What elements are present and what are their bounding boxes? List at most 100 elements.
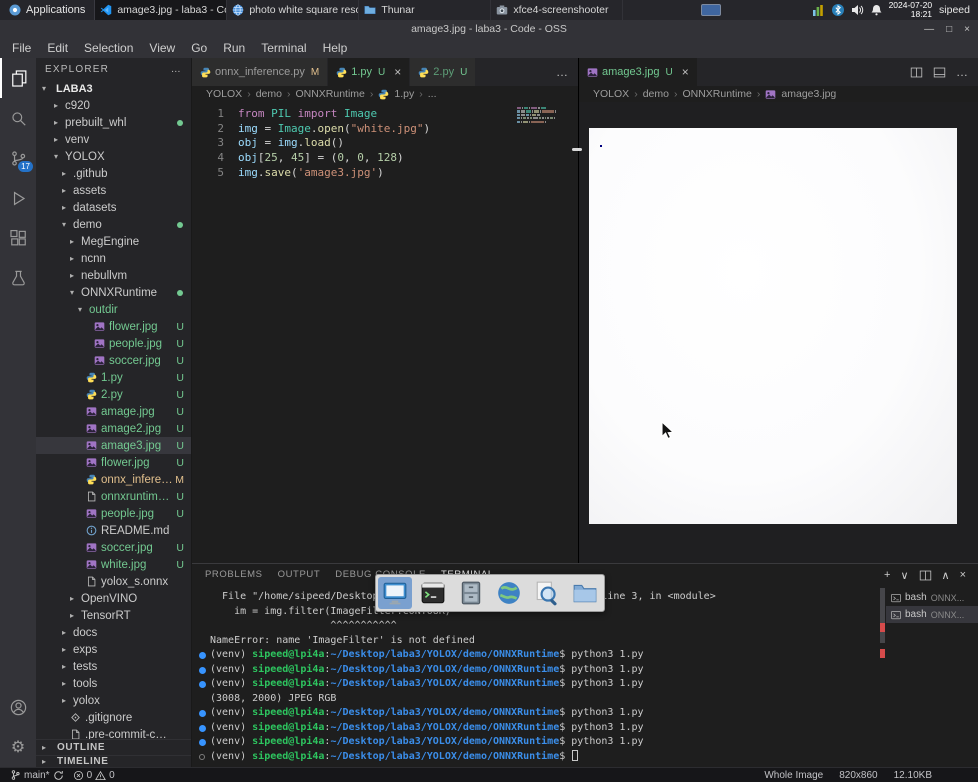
- command-decoration[interactable]: [199, 739, 206, 746]
- dock-globe-icon[interactable]: [492, 577, 526, 609]
- explorer-more-actions-icon[interactable]: …: [171, 64, 182, 75]
- image-preview[interactable]: [579, 102, 978, 563]
- panel-tab-problems[interactable]: PROBLEMS: [205, 564, 263, 586]
- timeline-section[interactable]: ▸ TIMELINE: [36, 755, 191, 767]
- more-actions-icon[interactable]: …: [556, 65, 568, 79]
- close-button[interactable]: ×: [964, 24, 970, 35]
- tree-item[interactable]: amage3.jpg U: [36, 437, 191, 454]
- breadcrumb-item[interactable]: amage3.jpg: [781, 88, 836, 100]
- dock-magnifier-icon[interactable]: [530, 577, 564, 609]
- workspace-root[interactable]: ▾ LABA3: [36, 80, 191, 97]
- tab-amage3.jpg[interactable]: amage3.jpg U ×: [579, 58, 698, 86]
- editor-sash-handle[interactable]: [572, 148, 582, 151]
- terminal-dropdown-icon[interactable]: ∨: [900, 569, 908, 582]
- tree-item[interactable]: ▸ nebullvm: [36, 267, 191, 284]
- tree-item[interactable]: ▸ OpenVINO: [36, 590, 191, 607]
- search-icon[interactable]: [0, 98, 36, 138]
- menu-view[interactable]: View: [141, 41, 183, 55]
- tree-item[interactable]: white.jpg U: [36, 556, 191, 573]
- tree-item[interactable]: people.jpg U: [36, 505, 191, 522]
- tree-item[interactable]: .pre-commit-config.yaml: [36, 726, 191, 739]
- minimize-button[interactable]: —: [924, 24, 934, 35]
- tree-item[interactable]: ▾ YOLOX: [36, 148, 191, 165]
- tree-item[interactable]: ▸ TensorRT: [36, 607, 191, 624]
- git-branch-status[interactable]: main*: [10, 769, 64, 781]
- tree-item[interactable]: 2.py U: [36, 386, 191, 403]
- notification-bell-icon[interactable]: [871, 4, 882, 16]
- dock-folder-icon[interactable]: [568, 577, 602, 609]
- tab-onnx_inference.py[interactable]: onnx_inference.py M: [192, 58, 329, 86]
- maximize-panel-icon[interactable]: ∧: [942, 569, 950, 582]
- command-decoration[interactable]: [199, 666, 206, 674]
- tree-item[interactable]: ▸ tests: [36, 658, 191, 675]
- bluetooth-icon[interactable]: [831, 4, 844, 16]
- maximize-button[interactable]: □: [946, 24, 952, 35]
- command-decoration[interactable]: [199, 652, 206, 659]
- tree-item[interactable]: ▸ yolox: [36, 692, 191, 709]
- breadcrumb-item[interactable]: 1.py: [394, 88, 414, 100]
- menu-selection[interactable]: Selection: [76, 41, 141, 55]
- tree-item[interactable]: ▸ venv: [36, 131, 191, 148]
- breadcrumb-item[interactable]: demo: [643, 88, 669, 100]
- tree-item[interactable]: ▸ MegEngine: [36, 233, 191, 250]
- tree-item[interactable]: ▸ docs: [36, 624, 191, 641]
- tree-item[interactable]: flower.jpg U: [36, 318, 191, 335]
- breadcrumb-item[interactable]: YOLOX: [206, 88, 242, 100]
- testing-icon[interactable]: [0, 258, 36, 298]
- tab-2.py[interactable]: 2.py U: [410, 58, 477, 86]
- tree-item[interactable]: ▸ c920: [36, 97, 191, 114]
- more-actions-icon[interactable]: …: [956, 65, 968, 79]
- breadcrumb-item[interactable]: ...: [428, 88, 437, 100]
- tree-item[interactable]: README.md: [36, 522, 191, 539]
- tree-item[interactable]: ▸ tools: [36, 675, 191, 692]
- tree-item[interactable]: ▸ prebuilt_whl: [36, 114, 191, 131]
- editor-layout-icon[interactable]: [933, 66, 946, 79]
- tree-item[interactable]: ▾ outdir: [36, 301, 191, 318]
- image-size-status[interactable]: 820x860: [839, 770, 877, 781]
- outline-section[interactable]: ▸ OUTLINE: [36, 739, 191, 755]
- breadcrumb-item[interactable]: ONNXRuntime: [682, 88, 751, 100]
- clock[interactable]: 2024-07-20 18:21: [889, 0, 932, 20]
- new-terminal-icon[interactable]: +: [884, 569, 890, 581]
- code-editor[interactable]: 1 from PIL import Image 2 img = Image.open(…: [192, 102, 578, 563]
- zoom-status[interactable]: Whole Image: [764, 770, 823, 781]
- accounts-icon[interactable]: [0, 687, 36, 727]
- close-icon[interactable]: ×: [394, 65, 401, 79]
- user-menu[interactable]: sipeed: [939, 4, 970, 16]
- tree-item[interactable]: ▾ ONNXRuntime: [36, 284, 191, 301]
- command-decoration[interactable]: [199, 681, 206, 688]
- taskbar-window-vscode[interactable]: amage3.jpg - laba3 - Code...: [95, 0, 228, 20]
- split-terminal-icon[interactable]: [919, 569, 932, 582]
- source-control-icon[interactable]: 17: [0, 138, 36, 178]
- close-icon[interactable]: ×: [682, 65, 689, 79]
- tree-item[interactable]: soccer.jpg U: [36, 539, 191, 556]
- panel-tab-output[interactable]: OUTPUT: [278, 564, 321, 586]
- breadcrumb-item[interactable]: demo: [256, 88, 282, 100]
- tree-item[interactable]: ▾ demo: [36, 216, 191, 233]
- dock-cabinet-icon[interactable]: [454, 577, 488, 609]
- menu-help[interactable]: Help: [315, 41, 356, 55]
- menu-run[interactable]: Run: [215, 41, 253, 55]
- dock-display-icon[interactable]: [378, 577, 412, 609]
- run-debug-icon[interactable]: [0, 178, 36, 218]
- tree-item[interactable]: ▸ ncnn: [36, 250, 191, 267]
- applications-menu[interactable]: Applications: [0, 0, 96, 20]
- tree-item[interactable]: people.jpg U: [36, 335, 191, 352]
- tree-item[interactable]: amage2.jpg U: [36, 420, 191, 437]
- file-size-status[interactable]: 12.10KB: [894, 770, 932, 781]
- tree-item[interactable]: amage.jpg U: [36, 403, 191, 420]
- command-decoration[interactable]: [199, 710, 206, 717]
- command-decoration[interactable]: [199, 753, 205, 760]
- menu-go[interactable]: Go: [183, 41, 215, 55]
- taskbar-window-browser[interactable]: photo white square resol...: [227, 0, 360, 20]
- tree-item[interactable]: 1.py U: [36, 369, 191, 386]
- taskbar-window-screenshot[interactable]: xfce4-screenshooter: [491, 0, 624, 20]
- tree-item[interactable]: onnx_inference....M: [36, 471, 191, 488]
- tree-item[interactable]: ▸ exps: [36, 641, 191, 658]
- menu-edit[interactable]: Edit: [39, 41, 76, 55]
- taskbar-window-thunar[interactable]: Thunar: [359, 0, 492, 20]
- workspace-pager[interactable]: [701, 4, 722, 16]
- close-panel-icon[interactable]: ×: [960, 569, 966, 581]
- problems-status[interactable]: 0 0: [73, 770, 115, 781]
- split-editor-icon[interactable]: [910, 66, 923, 79]
